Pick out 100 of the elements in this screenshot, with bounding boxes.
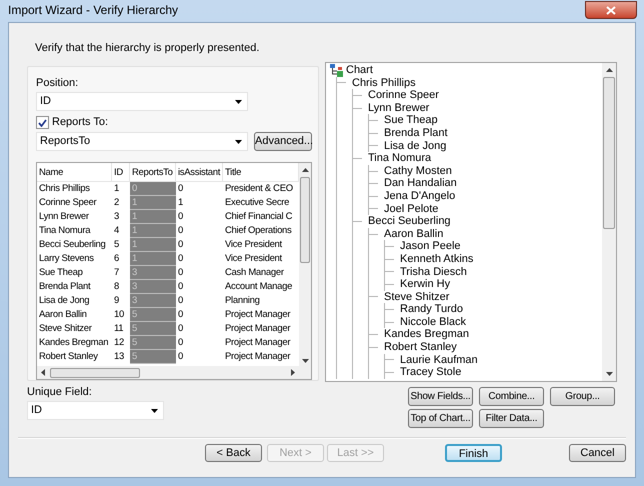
tree-item[interactable]: Laurie Kaufman	[400, 354, 478, 366]
table-cell-text: Lisa de Jong	[38, 294, 90, 308]
table-cell: 5	[130, 322, 176, 336]
nav-button[interactable]: Cancel	[569, 444, 626, 462]
nav-button[interactable]: < Back	[205, 444, 262, 462]
tree-item[interactable]: Brenda Plant	[384, 126, 448, 140]
scroll-down-icon	[302, 359, 308, 363]
tree-item[interactable]: Becci Seuberling	[368, 215, 451, 228]
tree-item[interactable]: Jason Peele	[400, 240, 461, 253]
table-cell-text: President & CEO	[224, 182, 294, 196]
table-cell-text: Kandes Bregman	[38, 336, 110, 350]
table-cell: 5	[130, 350, 176, 364]
table-cell-text: Project Manager	[224, 308, 292, 322]
scroll-left-icon	[41, 369, 45, 376]
table-cell-text: Steve Shitzer	[38, 322, 93, 336]
close-button[interactable]	[585, 1, 637, 19]
table-cell-text: Vice President	[224, 238, 283, 252]
table-cell-text: Becci Seuberling	[38, 238, 106, 252]
tree-item[interactable]: Chart	[346, 64, 373, 77]
table-cell-text: 0	[177, 350, 184, 364]
tree-item[interactable]: Sue Theap	[384, 114, 438, 127]
tree-item[interactable]: Corinne Speer	[368, 89, 439, 102]
tree-item[interactable]: Lisa de Jong	[384, 140, 446, 152]
table-cell: 0	[130, 182, 176, 196]
table-cell-text: Planning	[224, 294, 261, 308]
action-button[interactable]: Group...	[550, 387, 615, 406]
table-cell-text: Account Manage	[224, 280, 294, 294]
action-button[interactable]: Filter Data...	[479, 409, 544, 428]
tree-item[interactable]: Cathy Mosten	[384, 164, 452, 178]
table-cell-text: Project Manager	[224, 336, 292, 350]
table-cell: 1	[130, 196, 176, 210]
table-cell-text: 6	[113, 252, 120, 266]
table-cell-text: Aaron Ballin	[38, 308, 88, 322]
table-cell-text: 10	[113, 308, 125, 322]
reports-to-dropdown[interactable]: ReportsTo	[36, 132, 248, 151]
table-cell: 3	[130, 294, 176, 308]
table-cell-text: Brenda Plant	[38, 280, 92, 294]
table-cell: 5	[130, 308, 176, 322]
table-cell-text: 5	[113, 238, 120, 252]
table-cell-text: 0	[177, 210, 184, 224]
vertical-scrollbar[interactable]	[602, 63, 616, 381]
tree-item[interactable]: Trisha Diesch	[400, 266, 467, 278]
tree-item[interactable]: Kerwin Hy	[400, 278, 450, 291]
table-cell-text: Cash Manager	[224, 266, 285, 280]
advanced-button[interactable]: Advanced...	[254, 132, 312, 151]
column-header[interactable]: ReportsTo	[130, 163, 176, 181]
horizontal-scrollbar[interactable]	[37, 366, 311, 379]
position-dropdown[interactable]: ID	[36, 92, 248, 111]
table-cell-text: 3	[113, 210, 120, 224]
instruction-text: Verify that the hierarchy is properly presented.	[35, 41, 260, 55]
window-title: Import Wizard - Verify Hierarchy	[8, 3, 178, 18]
tree-item[interactable]: Niccole Black	[400, 316, 466, 328]
tree-item[interactable]: Joel Pelote	[384, 202, 438, 216]
table-cell-text: Larry Stevens	[38, 252, 95, 266]
tree-item[interactable]: Dan Handalian	[384, 177, 457, 190]
tree-item[interactable]: Jena D'Angelo	[384, 190, 456, 203]
table-cell-text: Chief Financial C	[224, 210, 294, 224]
reports-to-checkbox[interactable]	[36, 116, 49, 129]
table-cell-text: 0	[177, 322, 184, 336]
dropdown-arrow-icon	[151, 408, 158, 412]
table-cell-text: Vice President	[224, 252, 283, 266]
tree-item[interactable]: Aaron Ballin	[384, 228, 444, 240]
table-cell: 3	[130, 266, 176, 280]
action-button[interactable]: Combine...	[479, 387, 544, 406]
table-cell: 5	[130, 336, 176, 350]
close-icon	[606, 6, 616, 14]
table-cell-text: 13	[113, 350, 125, 364]
tree-item[interactable]: Tina Nomura	[368, 152, 432, 165]
org-chart-icon	[330, 64, 343, 77]
unique-field-label: Unique Field:	[27, 386, 93, 399]
tree-item[interactable]: Kandes Bregman	[384, 328, 469, 342]
table-cell-text: Sue Theap	[38, 266, 84, 280]
nav-button[interactable]: Finish	[445, 444, 502, 462]
action-button[interactable]: Show Fields...	[408, 387, 473, 406]
table-cell: 1	[130, 252, 176, 266]
table-cell-text: 4	[113, 224, 120, 238]
action-button[interactable]: Top of Chart...	[408, 409, 473, 428]
table-cell-text: 0	[177, 238, 184, 252]
scroll-up-icon	[302, 168, 308, 172]
tree-item[interactable]: Tracey Stole	[400, 366, 462, 379]
tree-item[interactable]: Randy Turdo	[400, 303, 463, 316]
tree-item[interactable]: Chris Phillips	[352, 76, 416, 90]
table-cell-text: Tina Nomura	[38, 224, 92, 238]
dropdown-arrow-icon	[235, 100, 242, 104]
tree-item[interactable]: Robert Stanley	[384, 341, 457, 354]
unique-field-dropdown[interactable]: ID	[27, 401, 164, 420]
table-cell-text: 11	[113, 322, 124, 336]
column-header[interactable]: Name	[37, 163, 112, 181]
table-cell-text: 0	[177, 308, 184, 322]
table-cell-text: 0	[177, 294, 184, 308]
tree-item[interactable]: Steve Shitzer	[384, 290, 450, 304]
tree-item[interactable]: Kenneth Atkins	[400, 252, 474, 266]
scroll-right-icon	[291, 369, 295, 376]
vertical-scrollbar[interactable]	[299, 163, 311, 366]
column-header[interactable]: ID	[112, 163, 130, 181]
column-header[interactable]: isAssistant	[176, 163, 223, 181]
table-cell-text: Executive Secre	[224, 196, 290, 210]
table-cell-text: Lynn Brewer	[38, 210, 90, 224]
table-cell-text: Robert Stanley	[38, 350, 99, 364]
tree-item[interactable]: Lynn Brewer	[368, 102, 430, 114]
